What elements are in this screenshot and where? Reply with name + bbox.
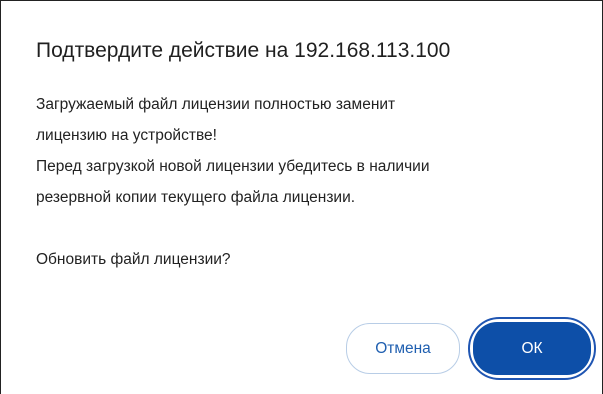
dialog-question: Обновить файл лицензии? (36, 251, 231, 268)
ok-button[interactable]: ОК (473, 322, 591, 375)
dialog-title: Подтвердите действие на 192.168.113.100 (36, 39, 451, 62)
dialog-message-line: резервной копии текущего файла лицензии. (36, 189, 356, 206)
confirm-dialog: Подтвердите действие на 192.168.113.100 … (0, 0, 603, 394)
cancel-button[interactable]: Отмена (346, 323, 460, 374)
dialog-body: Загружаемый файл лицензии полностью заме… (36, 89, 576, 275)
dialog-message-line: Загружаемый файл лицензии полностью заме… (36, 96, 396, 113)
ok-button-label: ОК (521, 339, 543, 357)
dialog-message-line: лицензию на устройстве! (36, 127, 217, 144)
cancel-button-label: Отмена (375, 339, 431, 357)
dialog-message-line: Перед загрузкой новой лицензии убедитесь… (36, 158, 430, 175)
